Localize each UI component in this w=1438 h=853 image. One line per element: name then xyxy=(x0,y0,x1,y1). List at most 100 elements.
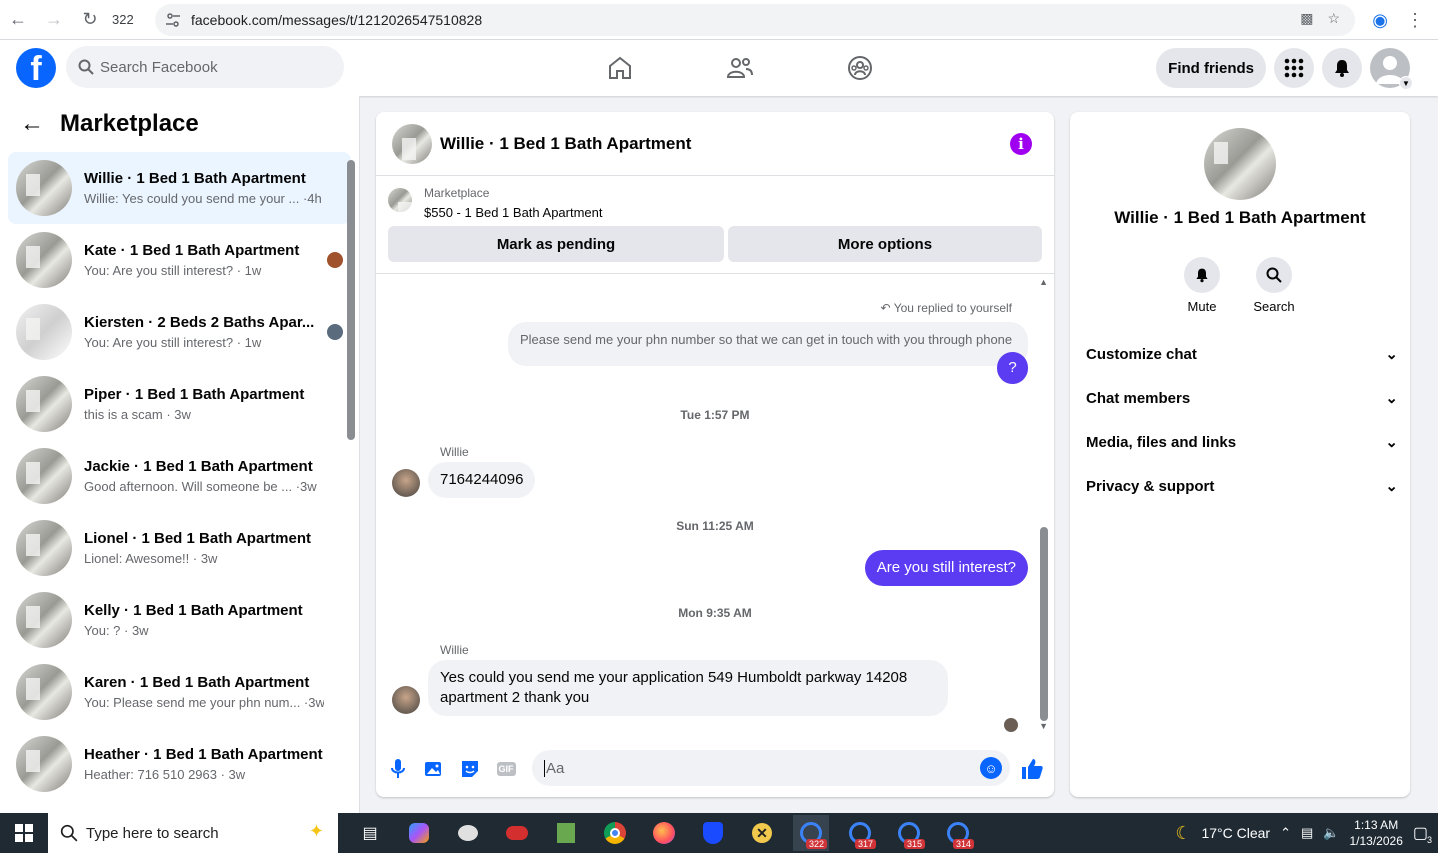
chevron-down-icon: ⌄ xyxy=(1385,346,1398,363)
conversation-title: Kelly · 1 Bed 1 Bath Apartment xyxy=(84,602,303,619)
tray-chevron-icon[interactable]: ⌃ xyxy=(1280,825,1291,841)
facebook-logo[interactable]: f xyxy=(16,48,56,88)
app-red-icon[interactable] xyxy=(499,815,535,851)
mute-button[interactable]: Mute xyxy=(1172,257,1232,314)
section-chat-members[interactable]: Chat members ⌄ xyxy=(1086,376,1398,420)
timestamp: Tue 1:57 PM xyxy=(680,408,750,422)
sender-avatar[interactable] xyxy=(392,469,420,497)
timestamp: Mon 9:35 AM xyxy=(678,606,752,620)
friends-icon[interactable] xyxy=(680,40,800,96)
conversation-title: Heather · 1 Bed 1 Bath Apartment xyxy=(84,746,323,763)
mark-pending-button[interactable]: Mark as pending xyxy=(388,226,724,262)
network-icon[interactable]: ▤ xyxy=(1301,825,1313,841)
scroll-up-icon[interactable]: ▲ xyxy=(1039,277,1048,287)
chat-title[interactable]: Willie · 1 Bed 1 Bath Apartment xyxy=(440,134,691,154)
notifications-bell-icon[interactable] xyxy=(1322,48,1362,88)
photo-icon[interactable] xyxy=(422,757,446,781)
section-privacy-support[interactable]: Privacy & support ⌄ xyxy=(1086,464,1398,508)
sidebar-scrollbar[interactable] xyxy=(347,160,355,440)
listing-title[interactable]: $550 - 1 Bed 1 Bath Apartment xyxy=(424,205,603,220)
conversation-item[interactable]: Piper · 1 Bed 1 Bath Apartment this is a … xyxy=(8,368,351,440)
read-receipt-avatar xyxy=(327,252,343,268)
chrome-icon[interactable] xyxy=(597,815,633,851)
conversation-preview: Good afternoon. Will someone be ... ·3w xyxy=(84,479,317,494)
weather-text[interactable]: 17°C Clear xyxy=(1201,825,1270,841)
conversation-item[interactable]: Kelly · 1 Bed 1 Bath Apartment You: ? · 3… xyxy=(8,584,351,656)
conversation-thumbnail xyxy=(16,232,72,288)
search-conversation-button[interactable]: Search xyxy=(1244,257,1304,314)
chat-thumbnail[interactable] xyxy=(392,123,432,164)
chevron-down-icon: ⌄ xyxy=(1385,390,1398,407)
install-icon[interactable]: ▩ xyxy=(1300,10,1313,27)
url-text: facebook.com/messages/t/1212026547510828 xyxy=(191,12,483,28)
groups-icon[interactable] xyxy=(800,40,920,96)
bookmark-star-icon[interactable]: ☆ xyxy=(1327,10,1340,27)
info-icon[interactable]: i xyxy=(1010,133,1032,155)
conversation-thumbnail xyxy=(16,736,72,792)
microphone-icon[interactable] xyxy=(386,757,410,781)
page-title: Marketplace xyxy=(60,110,199,137)
sender-avatar[interactable] xyxy=(392,686,420,714)
site-settings-icon[interactable] xyxy=(165,12,181,28)
back-arrow-icon[interactable]: ← xyxy=(20,110,44,138)
search-input[interactable]: Search Facebook xyxy=(66,46,344,88)
conversation-item[interactable]: Kiersten · 2 Beds 2 Baths Apar... You: Ar… xyxy=(8,296,351,368)
marketplace-label: Marketplace xyxy=(424,186,490,200)
conversation-preview: You: Are you still interest? · 1w xyxy=(84,335,262,350)
chevron-down-icon: ⌄ xyxy=(1385,478,1398,495)
tab-count[interactable]: 322 xyxy=(112,12,134,27)
copilot-icon[interactable] xyxy=(401,815,437,851)
conversation-item[interactable]: Karen · 1 Bed 1 Bath Apartment You: Pleas… xyxy=(8,656,351,728)
profile-icon[interactable]: ◉ xyxy=(1372,10,1388,31)
emoji-icon[interactable]: ☺ xyxy=(980,757,1002,779)
sticker-icon[interactable] xyxy=(458,757,482,781)
notepad-icon[interactable] xyxy=(548,815,584,851)
reload-icon[interactable]: ↻ xyxy=(72,4,108,36)
listing-thumbnail[interactable] xyxy=(388,188,412,212)
find-friends-button[interactable]: Find friends xyxy=(1156,48,1266,88)
search-icon xyxy=(60,824,78,842)
chevron-down-icon[interactable]: ▼ xyxy=(1399,76,1413,90)
paint-icon[interactable] xyxy=(450,815,486,851)
moon-weather-icon[interactable]: ☾ xyxy=(1175,823,1191,844)
task-view-icon[interactable]: ▤ xyxy=(352,815,388,851)
conversation-item[interactable]: Lionel · 1 Bed 1 Bath Apartment Lionel: A… xyxy=(8,512,351,584)
message-input[interactable]: Aa ☺ xyxy=(532,750,1010,786)
conversation-title: Kiersten · 2 Beds 2 Baths Apar... xyxy=(84,314,315,331)
browser-window-314[interactable]: 314 xyxy=(940,815,976,851)
browser-window-322[interactable]: 322 xyxy=(793,815,829,851)
chat-thumbnail-large[interactable] xyxy=(1204,128,1276,200)
home-icon[interactable] xyxy=(560,40,680,96)
volume-icon[interactable]: 🔈 xyxy=(1323,825,1339,841)
scroll-down-icon[interactable]: ▼ xyxy=(1039,721,1048,731)
browser-window-315[interactable]: 315 xyxy=(891,815,927,851)
section-media-files-links[interactable]: Media, files and links ⌄ xyxy=(1086,420,1398,464)
menu-icon[interactable]: ⋮ xyxy=(1406,10,1424,31)
app-x-icon[interactable]: ✕ xyxy=(744,815,780,851)
back-icon[interactable]: ← xyxy=(0,4,36,36)
shield-browser-icon[interactable] xyxy=(695,815,731,851)
copilot-sparkle-icon: ✦ xyxy=(308,821,324,841)
section-customize-chat[interactable]: Customize chat ⌄ xyxy=(1086,332,1398,376)
chat-scrollbar[interactable] xyxy=(1040,527,1048,721)
like-thumb-icon[interactable] xyxy=(1020,757,1044,781)
conversation-item[interactable]: Heather · 1 Bed 1 Bath Apartment Heather:… xyxy=(8,728,351,800)
gif-icon[interactable]: GIF xyxy=(494,757,518,781)
account-avatar[interactable]: ▼ xyxy=(1370,48,1413,90)
conversation-item[interactable]: Jackie · 1 Bed 1 Bath Apartment Good afte… xyxy=(8,440,351,512)
browser-window-317[interactable]: 317 xyxy=(842,815,878,851)
menu-grid-icon[interactable] xyxy=(1274,48,1314,88)
notification-center-icon[interactable]: ▢ 3 xyxy=(1413,823,1432,845)
conversation-item[interactable]: Kate · 1 Bed 1 Bath Apartment You: Are yo… xyxy=(8,224,351,296)
conversation-item[interactable]: Willie · 1 Bed 1 Bath Apartment Willie: Y… xyxy=(8,152,351,224)
windows-taskbar: Type here to search ✦ ▤ ✕ 322 317 315 31… xyxy=(0,813,1438,853)
address-bar[interactable]: facebook.com/messages/t/1212026547510828… xyxy=(155,4,1355,36)
taskbar-search-placeholder: Type here to search xyxy=(86,824,219,842)
firefox-icon[interactable] xyxy=(646,815,682,851)
message-bubble: Please send me your phn number so that w… xyxy=(508,322,1028,366)
windows-start-icon[interactable] xyxy=(0,813,48,853)
clock[interactable]: 1:13 AM 1/13/2026 xyxy=(1349,817,1402,849)
more-options-button[interactable]: More options xyxy=(728,226,1042,262)
forward-icon[interactable]: → xyxy=(36,4,72,36)
taskbar-search-input[interactable]: Type here to search ✦ xyxy=(48,813,338,853)
